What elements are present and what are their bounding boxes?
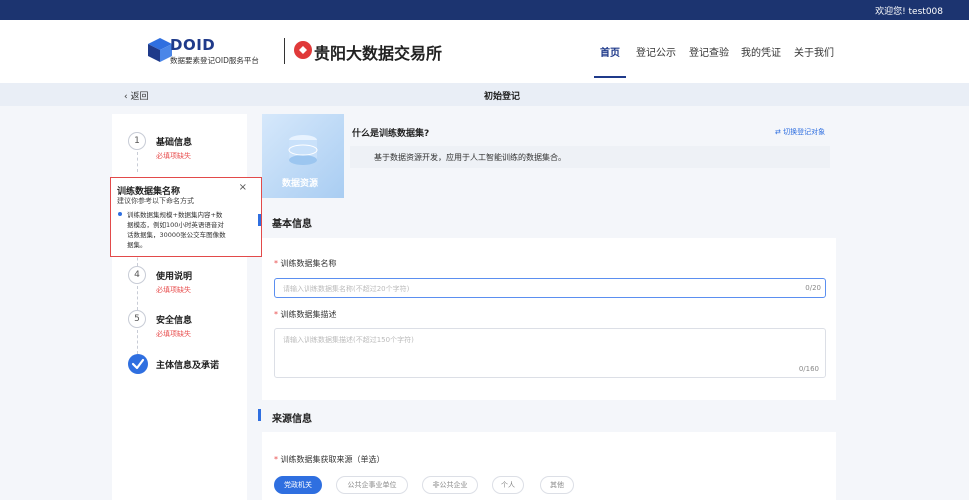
step-4-circle[interactable]: 4 (128, 266, 146, 284)
section-marker (258, 214, 261, 226)
description-textarea[interactable]: 请输入训练数据集描述(不超过150个字符) 0/160 (274, 328, 826, 378)
tip-line: 据模态，例如100小时英语语音对 (127, 221, 224, 229)
nav-my-certificates[interactable]: 我的凭证 (741, 44, 781, 59)
step-6-done[interactable] (128, 354, 148, 374)
sub-bar: ‹ 返回 初始登记 (0, 83, 969, 106)
step-connector (137, 330, 138, 354)
source-option-public-institution[interactable]: 公共企事业单位 (336, 476, 408, 494)
step-1-circle[interactable]: 1 (128, 132, 146, 150)
back-label: 返回 (130, 92, 149, 102)
source-option-government[interactable]: 党政机关 (274, 476, 322, 494)
dataset-illustration: 数据资源 (262, 114, 344, 198)
doid-title: DOID (170, 36, 216, 54)
top-bar: 欢迎您! test008 (0, 0, 969, 20)
nav-registry-public[interactable]: 登记公示 (636, 44, 676, 59)
desc-field-label: * 训练数据集描述 (274, 310, 337, 319)
name-input-placeholder: 请输入训练数据集名称(不超过20个字符) (283, 285, 410, 293)
tip-line: 训练数据集规模+数据集内容+数 (127, 211, 223, 219)
step-connector (137, 152, 138, 172)
exchange-name: 贵阳大数据交易所 (314, 44, 443, 63)
logo-divider (284, 38, 285, 64)
tip-subtitle: 建议你参考以下命名方式 (117, 197, 194, 205)
section-marker (258, 409, 261, 421)
doid-subtitle: 数据要素登记OID服务平台 (170, 56, 259, 65)
intro-description: 基于数据资源开发，应用于人工智能训练的数据集合。 (374, 153, 566, 162)
name-char-count: 0/20 (805, 284, 821, 292)
step-6-title[interactable]: 主体信息及承诺 (156, 358, 219, 371)
desc-placeholder: 请输入训练数据集描述(不超过150个字符) (283, 336, 414, 344)
name-field-label: * 训练数据集名称 (274, 259, 337, 268)
nav-registry-verify[interactable]: 登记查验 (689, 44, 729, 59)
step-5-circle[interactable]: 5 (128, 310, 146, 328)
name-input[interactable]: 请输入训练数据集名称(不超过20个字符) 0/20 (274, 278, 826, 298)
switch-object-link[interactable]: ⇄ 切换登记对象 (775, 127, 825, 137)
steps-sidebar (112, 114, 247, 500)
header: DOID 数据要素登记OID服务平台 贵阳大数据交易所 首页 登记公示 登记查验… (0, 20, 969, 83)
nav-about-us[interactable]: 关于我们 (794, 44, 834, 59)
back-button[interactable]: ‹ 返回 (124, 89, 148, 102)
step-5-warning: 必填项缺失 (156, 330, 191, 338)
step-5-title[interactable]: 安全信息 (156, 313, 192, 326)
source-option-individual[interactable]: 个人 (492, 476, 524, 494)
exchange-logo-icon (294, 41, 312, 59)
source-option-nonpublic-enterprise[interactable]: 非公共企业 (422, 476, 478, 494)
close-icon[interactable]: × (239, 182, 247, 193)
switch-icon: ⇄ (775, 128, 784, 136)
naming-tip-popover: 训练数据集名称 × 建议你参考以下命名方式 训练数据集规模+数据集内容+数 据模… (110, 177, 262, 257)
illustration-label: 数据资源 (282, 179, 319, 189)
nav-active-indicator (594, 76, 626, 78)
section-title-source: 来源信息 (272, 414, 312, 425)
intro-description-box: 基于数据资源开发，应用于人工智能训练的数据集合。 (350, 146, 830, 168)
page-title: 初始登记 (484, 92, 521, 102)
tip-line: 据集。 (127, 241, 147, 249)
intro-question: 什么是训练数据集? (352, 129, 430, 139)
step-1-warning: 必填项缺失 (156, 152, 191, 160)
step-connector (137, 286, 138, 310)
step-4-warning: 必填项缺失 (156, 286, 191, 294)
bullet-icon (118, 212, 122, 216)
source-field-label: * 训练数据集获取来源（单选） (274, 455, 385, 464)
welcome-text: 欢迎您! test008 (875, 7, 943, 17)
desc-char-count: 0/160 (798, 365, 819, 373)
tip-line: 话数据集，30000张公交车图像数 (127, 231, 226, 239)
step-1-title[interactable]: 基础信息 (156, 135, 192, 148)
switch-label: 切换登记对象 (783, 128, 826, 136)
source-option-other[interactable]: 其他 (540, 476, 574, 494)
step-4-title[interactable]: 使用说明 (156, 269, 192, 282)
check-icon (131, 358, 145, 370)
section-title-basic: 基本信息 (272, 219, 312, 230)
nav-home[interactable]: 首页 (600, 44, 620, 59)
